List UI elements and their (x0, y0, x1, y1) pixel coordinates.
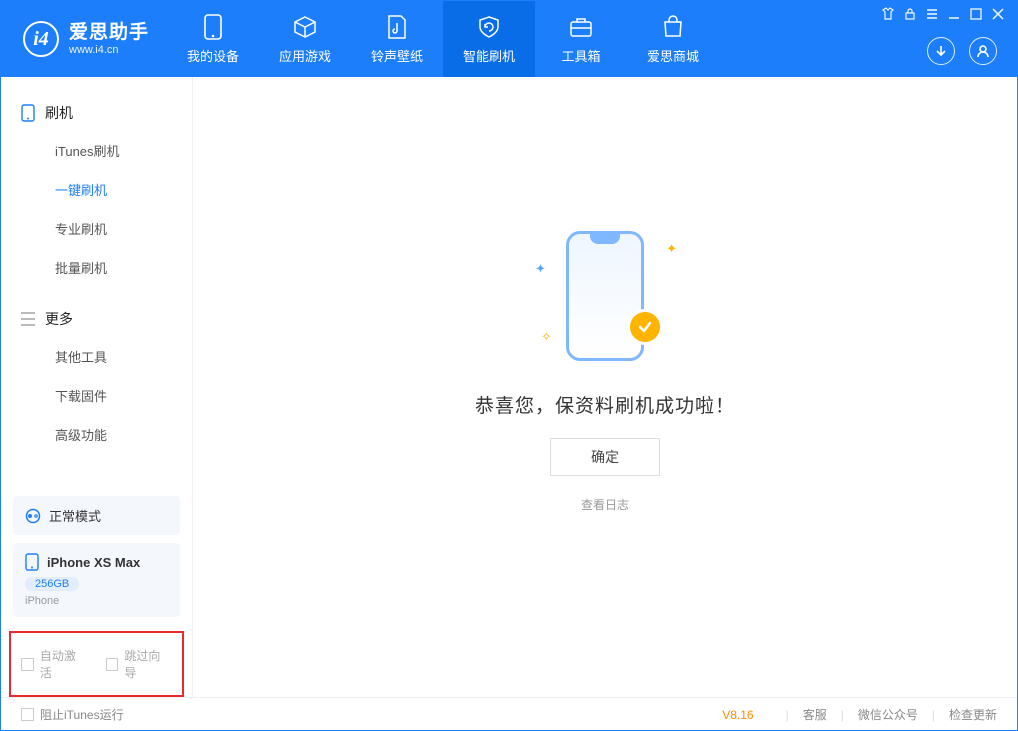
nav-label: 智能刷机 (463, 46, 515, 65)
nav-label: 我的设备 (187, 46, 239, 65)
sidebar-item-batch-flash[interactable]: 批量刷机 (1, 248, 192, 287)
sidebar-item-advanced[interactable]: 高级功能 (1, 415, 192, 454)
sidebar-item-oneclick-flash[interactable]: 一键刷机 (1, 170, 192, 209)
success-illustration: ✦ ✦ ✧ (505, 221, 705, 371)
sidebar: 刷机 iTunes刷机 一键刷机 专业刷机 批量刷机 更多 其他工具 下载固件 … (1, 77, 193, 697)
check-badge-icon (627, 309, 663, 345)
menu-lines-icon (21, 312, 35, 326)
device-type: iPhone (25, 595, 168, 607)
close-icon[interactable] (991, 7, 1005, 21)
nav-label: 爱思商城 (647, 46, 699, 65)
maximize-icon[interactable] (969, 7, 983, 21)
nav-apps-games[interactable]: 应用游戏 (259, 1, 351, 77)
checkbox-label: 阻止iTunes运行 (40, 706, 124, 723)
device-info-card[interactable]: iPhone XS Max 256GB iPhone (13, 543, 180, 617)
nav-my-device[interactable]: 我的设备 (167, 1, 259, 77)
sidebar-item-itunes-flash[interactable]: iTunes刷机 (1, 131, 192, 170)
checkbox-auto-activate[interactable]: 自动激活 (21, 647, 88, 681)
nav-store[interactable]: 爱思商城 (627, 1, 719, 77)
footer-link-support[interactable]: 客服 (803, 706, 827, 723)
nav-smart-flash[interactable]: 智能刷机 (443, 1, 535, 77)
status-bar: 阻止iTunes运行 V8.16 | 客服 | 微信公众号 | 检查更新 (1, 697, 1017, 731)
briefcase-icon (568, 14, 594, 40)
sidebar-item-other-tools[interactable]: 其他工具 (1, 337, 192, 376)
device-storage: 256GB (25, 577, 79, 591)
checkbox-icon (21, 658, 34, 671)
sparkle-icon: ✦ (535, 261, 546, 277)
sidebar-section-flash: 刷机 (1, 95, 192, 131)
mode-label: 正常模式 (49, 506, 101, 525)
header-actions (927, 37, 997, 65)
highlighted-options: 自动激活 跳过向导 (9, 631, 184, 697)
sidebar-section-more: 更多 (1, 301, 192, 337)
nav-toolbox[interactable]: 工具箱 (535, 1, 627, 77)
mode-icon (25, 508, 41, 524)
window-controls (881, 7, 1005, 21)
top-nav: 我的设备 应用游戏 铃声壁纸 智能刷机 工具箱 爱思商城 (167, 1, 719, 77)
logo-icon: i4 (23, 21, 59, 57)
device-name: iPhone XS Max (47, 555, 140, 570)
device-mode-card[interactable]: 正常模式 (13, 496, 180, 535)
menu-icon[interactable] (925, 7, 939, 21)
lock-icon[interactable] (903, 7, 917, 21)
logo: i4 爱思助手 www.i4.cn (1, 1, 167, 77)
shirt-icon[interactable] (881, 7, 895, 21)
checkbox-label: 跳过向导 (124, 647, 172, 681)
download-button[interactable] (927, 37, 955, 65)
app-header: i4 爱思助手 www.i4.cn 我的设备 应用游戏 铃声壁纸 智能刷机 工具… (1, 1, 1017, 77)
section-title: 更多 (45, 309, 73, 329)
app-domain: www.i4.cn (69, 44, 149, 57)
section-title: 刷机 (45, 103, 73, 123)
nav-label: 应用游戏 (279, 46, 331, 65)
checkbox-skip-guide[interactable]: 跳过向导 (106, 647, 173, 681)
checkbox-icon (106, 658, 119, 671)
sidebar-item-download-firmware[interactable]: 下载固件 (1, 376, 192, 415)
sidebar-item-pro-flash[interactable]: 专业刷机 (1, 209, 192, 248)
user-button[interactable] (969, 37, 997, 65)
version-label: V8.16 (722, 708, 753, 722)
footer-link-wechat[interactable]: 微信公众号 (858, 706, 918, 723)
app-name: 爱思助手 (69, 22, 149, 44)
nav-label: 铃声壁纸 (371, 46, 423, 65)
sparkle-icon: ✦ (666, 241, 677, 257)
music-file-icon (384, 14, 410, 40)
nav-ringtones[interactable]: 铃声壁纸 (351, 1, 443, 77)
view-log-link[interactable]: 查看日志 (581, 496, 629, 513)
checkbox-block-itunes[interactable]: 阻止iTunes运行 (21, 706, 124, 723)
phone-icon (21, 104, 35, 122)
main-content: ✦ ✦ ✧ 恭喜您，保资料刷机成功啦！ 确定 查看日志 (193, 77, 1017, 697)
nav-label: 工具箱 (562, 46, 601, 65)
phone-illustration-icon (566, 231, 644, 361)
cube-icon (292, 14, 318, 40)
ok-button[interactable]: 确定 (550, 438, 660, 476)
device-icon (200, 14, 226, 40)
success-message: 恭喜您，保资料刷机成功啦！ (475, 391, 735, 418)
shopping-bag-icon (660, 14, 686, 40)
checkbox-icon (21, 708, 34, 721)
checkbox-label: 自动激活 (40, 647, 88, 681)
refresh-shield-icon (476, 14, 502, 40)
minimize-icon[interactable] (947, 7, 961, 21)
sparkle-icon: ✧ (541, 329, 552, 345)
phone-icon (25, 553, 39, 571)
footer-link-update[interactable]: 检查更新 (949, 706, 997, 723)
